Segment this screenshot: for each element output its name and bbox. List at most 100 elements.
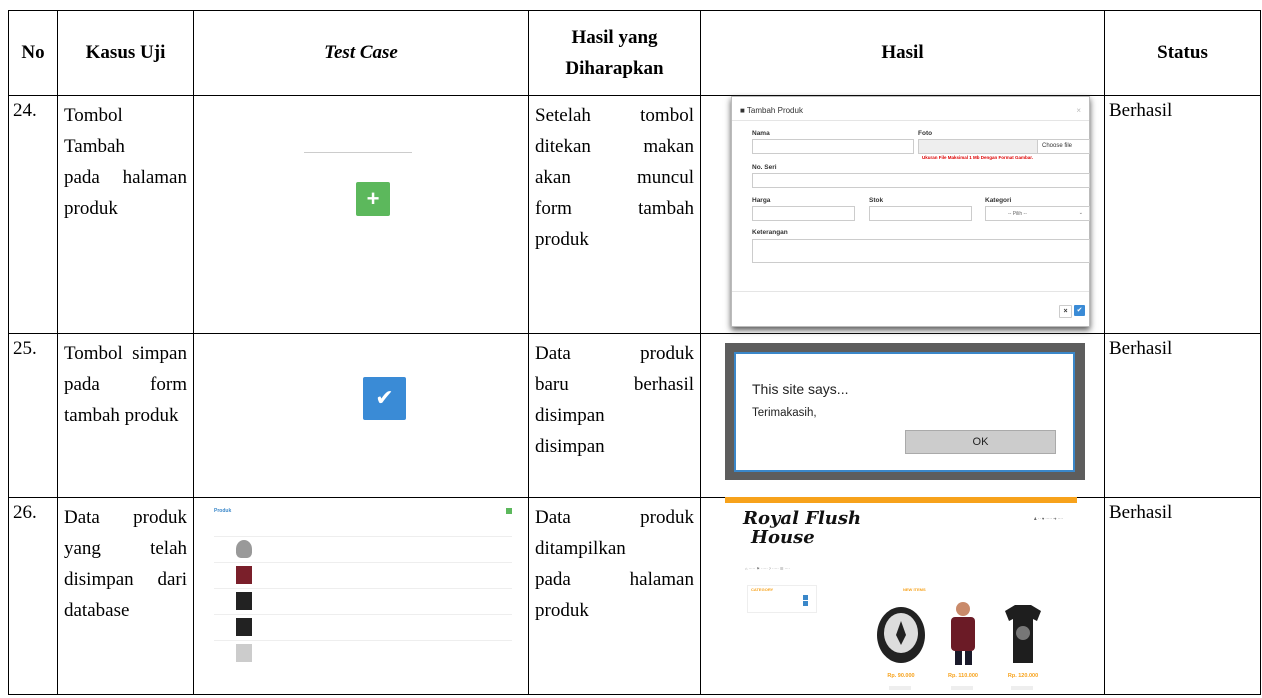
tshirt-image [1005, 605, 1041, 663]
product-thumb [236, 540, 252, 558]
product-price: Rp. 110.000 [948, 673, 978, 679]
text-line: produk [535, 600, 589, 621]
new-items-heading: NEW ITEMS [903, 587, 926, 592]
alert-dialog: This site says... Terimakasih, OK [725, 343, 1085, 480]
save-button[interactable]: ✔ [1074, 305, 1085, 316]
upload-warning: Ukuran File Maksimal 1 Mb Dengan Format … [922, 155, 1034, 160]
no-seri-input[interactable] [752, 173, 1090, 188]
list-item [214, 588, 512, 613]
choose-file-label: Choose file [1042, 143, 1073, 149]
list-item [214, 614, 512, 639]
kategori-select[interactable]: -- Pilih -- ⌄ [985, 206, 1090, 221]
add-product-modal: ■ Tambah Produk × Nama Foto Choose file … [731, 96, 1090, 327]
table-row: 25. Tombol simpan pada form tambah produ… [8, 333, 1261, 498]
text-line: disimpan [535, 436, 605, 457]
row-kasus: Tombol Tambah pada halaman produk [57, 95, 194, 334]
text-line: Setelah tombol [535, 105, 694, 126]
list-item [214, 536, 512, 561]
add-to-cart-button[interactable] [1011, 686, 1033, 690]
logo-line: House [751, 527, 815, 548]
row-no: 26. [8, 497, 58, 695]
text-line: akan muncul [535, 167, 694, 188]
product-list-title: Produk [214, 508, 232, 514]
text-line: yang telah [64, 538, 187, 559]
product-thumb [236, 618, 252, 636]
divider [304, 152, 412, 153]
choose-file-button[interactable]: Choose file [1037, 139, 1090, 154]
modal-footer [732, 291, 1089, 292]
keterangan-input[interactable] [752, 239, 1090, 263]
row-hasil: This site says... Terimakasih, OK [700, 333, 1105, 498]
row-hasil: Royal Flush House ♟ ·· ♥ ····· ➔ ···· ⌂ … [700, 497, 1105, 695]
table-row: 24. Tombol Tambah pada halaman produk + … [8, 95, 1261, 334]
modal-title: Tambah Produk [746, 106, 803, 115]
list-item [214, 562, 512, 587]
text-line: pada form [64, 374, 187, 395]
header-status: Status [1104, 10, 1261, 96]
table-row: 26. Data produk yang telah disimpan dari… [8, 497, 1261, 695]
kategori-selected: -- Pilih -- [1008, 211, 1027, 217]
label-keterangan: Keterangan [752, 229, 788, 236]
text-line: baru berhasil [535, 374, 694, 395]
test-table: No Kasus Uji Test Case Hasil yang Dihara… [8, 10, 1261, 695]
row-harap: Data produk baru berhasil disimpan disim… [528, 333, 701, 498]
store-homepage-screenshot: Royal Flush House ♟ ·· ♥ ····· ➔ ···· ⌂ … [725, 497, 1077, 690]
row-test-case: + [193, 95, 529, 334]
text-line: produk [535, 229, 589, 250]
label-no-seri: No. Seri [752, 164, 777, 171]
cap-image [877, 607, 925, 663]
text-line: ditampilkan [535, 538, 626, 559]
category-badge [803, 595, 808, 600]
row-kasus: Data produk yang telah disimpan dari dat… [57, 497, 194, 695]
add-icon [506, 508, 512, 514]
product-thumb [236, 592, 252, 610]
shirt-model-image [951, 602, 975, 665]
category-badge [803, 601, 808, 606]
row-harap: Setelah tombol ditekan makan akan muncul… [528, 95, 701, 334]
alert-dialog-body: This site says... Terimakasih, OK [734, 352, 1075, 472]
briefcase-icon: ■ [740, 106, 745, 115]
close-icon[interactable]: × [1076, 106, 1081, 115]
text-line: disimpan [535, 405, 605, 426]
product-card: Rp. 110.000 [937, 597, 989, 690]
row-status: Berhasil [1104, 497, 1261, 695]
stok-input[interactable] [869, 206, 972, 221]
product-list-screenshot: Produk [214, 508, 512, 683]
text-line: Tombol Tambah [64, 105, 125, 157]
top-bar [725, 497, 1077, 503]
text-line: Data produk [64, 507, 187, 528]
add-to-cart-button[interactable] [951, 686, 973, 690]
text-line: Data produk [535, 507, 694, 528]
row-no: 24. [8, 95, 58, 334]
text-line: form tambah [535, 198, 694, 219]
cancel-button[interactable]: × [1059, 305, 1072, 318]
nama-input[interactable] [752, 139, 914, 154]
product-thumb [236, 644, 252, 662]
row-harap: Data produk ditampilkan pada halaman pro… [528, 497, 701, 695]
chevron-down-icon: ⌄ [1078, 210, 1083, 216]
product-card: Rp. 120.000 [997, 597, 1049, 690]
text-line: tambah produk [64, 405, 179, 426]
harga-input[interactable] [752, 206, 855, 221]
label-stok: Stok [869, 197, 884, 204]
check-button-image: ✔ [363, 377, 406, 420]
text-line: database [64, 600, 130, 621]
add-to-cart-button[interactable] [889, 686, 911, 690]
label-nama: Nama [752, 130, 770, 137]
product-price: Rp. 90.000 [887, 673, 915, 679]
row-kasus: Tombol simpan pada form tambah produk [57, 333, 194, 498]
row-no: 25. [8, 333, 58, 498]
text-line: disimpan dari [64, 569, 187, 590]
header-hasil: Hasil [700, 10, 1105, 96]
foto-path-input [918, 139, 1038, 154]
logo-line: Royal Flush [743, 508, 862, 529]
dialog-message: Terimakasih, [752, 407, 817, 419]
store-logo: Royal Flush House [743, 509, 861, 547]
row-hasil: ■ Tambah Produk × Nama Foto Choose file … [700, 95, 1105, 334]
ok-button[interactable]: OK [905, 430, 1056, 454]
text-line: pada halaman [64, 167, 187, 188]
text-line: pada halaman [535, 569, 694, 590]
row-test-case: Produk [193, 497, 529, 695]
product-thumb [236, 566, 252, 584]
text-line: Tombol simpan [64, 343, 187, 364]
